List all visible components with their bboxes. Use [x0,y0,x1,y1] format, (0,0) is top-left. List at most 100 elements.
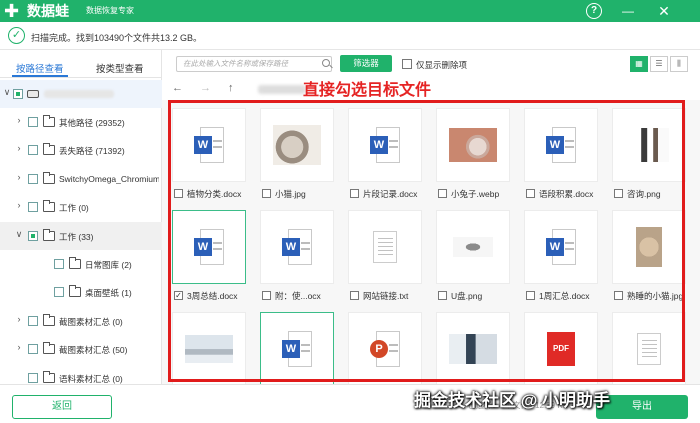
chevron-down-icon[interactable]: ∨ [14,229,24,239]
check-circle-icon: ✓ [8,27,25,44]
tree-item[interactable]: › 截图素材汇总 (50) [0,335,162,363]
file-card[interactable]: W [524,108,598,182]
word-doc-icon: W [282,229,312,265]
drive-name-redacted [44,90,114,98]
tree-item[interactable]: › 工作 (0) [0,193,162,221]
chevron-down-icon[interactable]: ∨ [2,87,12,97]
chevron-right-icon[interactable]: › [14,115,24,125]
file-card[interactable]: W [524,210,598,284]
image-thumbnail-laptop [185,335,233,363]
file-checkbox[interactable] [438,189,447,198]
tree-item-label: 其他路径 (29352) [59,118,125,128]
deleted-only-label: 仅显示删除项 [416,60,468,70]
tree-item-label: 语料素材汇总 (0) [59,373,123,384]
file-checkbox[interactable] [614,291,623,300]
file-card[interactable]: PDF [524,312,598,384]
file-card[interactable] [612,108,686,182]
tree-checkbox[interactable] [28,230,38,241]
file-checkbox[interactable] [350,291,359,300]
active-tab-indicator [12,75,68,77]
back-arrow-icon[interactable]: ← [172,82,183,94]
file-checkbox[interactable] [174,189,183,198]
file-card[interactable]: W [260,210,334,284]
file-card[interactable] [612,210,686,284]
minimize-button[interactable]: — [620,3,636,19]
folder-icon [43,228,55,241]
tree-checkbox[interactable] [28,202,38,213]
tree-root-drive[interactable]: ∨ [0,80,162,108]
tree-item[interactable]: 日常图库 (2) [0,250,162,278]
file-card[interactable] [348,210,422,284]
tree-item[interactable]: › SwitchyOmega_Chromium [0,165,162,193]
file-checkbox[interactable] [526,189,535,198]
chevron-right-icon[interactable]: › [14,342,24,352]
file-checkbox[interactable] [438,291,447,300]
file-card[interactable]: W [172,210,246,284]
forward-arrow-icon[interactable]: → [200,82,211,94]
file-card[interactable] [436,210,510,284]
deleted-only-checkbox[interactable] [402,59,412,69]
file-card[interactable]: P [348,312,422,384]
file-name: 小兔子.webp [451,189,500,199]
tree-checkbox[interactable] [28,117,38,127]
tree-checkbox[interactable] [28,315,38,326]
chevron-right-icon[interactable]: › [14,143,24,153]
file-card[interactable] [260,108,334,182]
tab-by-type[interactable]: 按类型查看 [96,61,144,75]
file-checkbox[interactable] [526,291,535,300]
tree-checkbox[interactable] [28,173,38,184]
file-checkbox[interactable] [614,189,623,198]
up-arrow-icon[interactable]: ↑ [228,82,234,94]
search-input[interactable]: 在此处输入文件名称或保存路径 [176,56,332,72]
file-card[interactable] [612,312,686,384]
image-thumbnail-meeting [629,128,669,162]
file-name: 网站链接.txt [363,291,409,301]
scan-status-bar: ✓ 扫描完成。找到103490个文件共13.2 GB。 [0,22,700,50]
tree-checkbox[interactable] [28,145,38,156]
image-thumbnail-cat [273,125,321,165]
tree-item[interactable]: › 截图素材汇总 (0) [0,307,162,335]
tree-checkbox[interactable] [28,344,38,355]
chevron-right-icon[interactable]: › [14,172,24,182]
word-doc-icon: W [194,229,224,265]
tree-item[interactable]: ∨ 工作 (33) [0,221,162,250]
file-checkbox[interactable]: ✓ [174,291,183,300]
tree-checkbox[interactable] [54,287,64,298]
detail-view-icon[interactable]: ⫼ [670,56,688,72]
file-checkbox[interactable] [350,189,359,198]
file-card[interactable] [436,312,510,384]
chevron-right-icon[interactable]: › [14,314,24,324]
filter-button[interactable]: 筛选器 [340,55,392,72]
word-doc-icon: W [546,229,576,265]
file-checkbox[interactable] [262,189,271,198]
file-card[interactable] [172,312,246,384]
file-card[interactable]: W [348,108,422,182]
file-name: 附：使...ocx [275,291,321,301]
tree-checkbox[interactable] [13,89,23,99]
tree-checkbox[interactable] [54,259,64,269]
file-card[interactable]: W [260,312,334,384]
tree-checkbox[interactable] [28,372,38,383]
list-view-icon[interactable]: ☰ [650,56,668,72]
file-card[interactable] [436,108,510,182]
tree-item-label: SwitchyOmega_Chromium [59,173,159,184]
file-name: 3周总结.docx [187,291,238,301]
file-card[interactable]: W [172,108,246,182]
help-button[interactable]: ? [586,3,602,19]
chevron-right-icon[interactable]: › [14,200,24,210]
watermark: 掘金技术社区 @ 小明助手 [414,391,611,410]
search-icon[interactable] [322,59,330,67]
file-checkbox[interactable] [262,291,271,300]
grid-view-icon[interactable]: ▦ [630,56,648,72]
back-button[interactable]: 返回 [12,395,112,419]
tree-item-label: 工作 (0) [59,203,89,214]
scan-status-text: 扫描完成。找到103490个文件共13.2 GB。 [31,33,203,43]
tree-item[interactable]: 桌面壁纸 (1) [0,278,162,306]
tree-item-label: 日常图库 (2) [85,260,132,270]
file-name: 片段记录.docx [363,189,418,199]
file-name: 小猫.jpg [275,189,306,199]
tree-item[interactable]: › 丢失路径 (71392) [0,136,162,164]
tree-item[interactable]: › 其他路径 (29352) [0,108,162,136]
tab-by-path[interactable]: 按路径查看 [16,61,64,75]
close-button[interactable]: ✕ [656,3,672,19]
